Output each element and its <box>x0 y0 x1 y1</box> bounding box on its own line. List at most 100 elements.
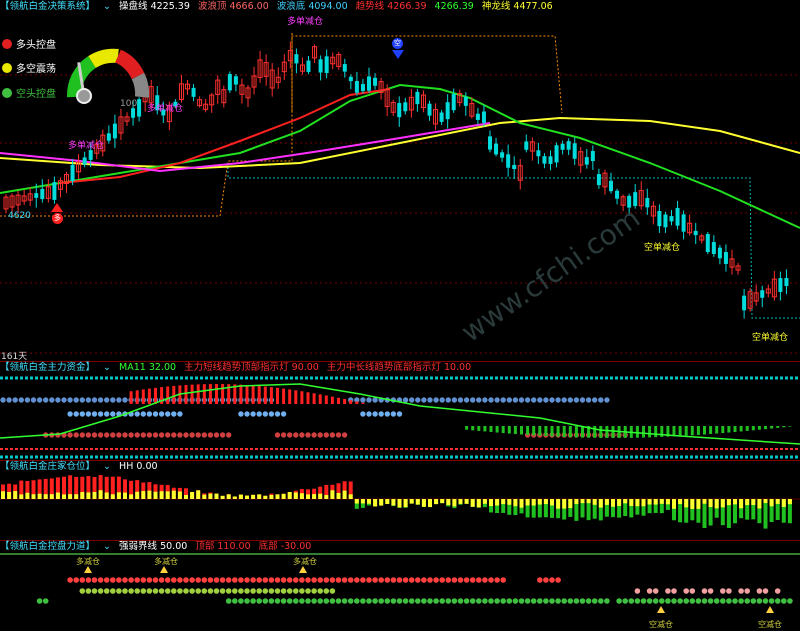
panel2-chevron-icon[interactable]: ⌄ <box>103 461 111 472</box>
value-dragon-line: 神龙线 4477.06 <box>482 1 553 12</box>
candle-body <box>494 143 499 155</box>
force-dot <box>317 598 324 604</box>
panel1-item: MA11 32.00 <box>119 362 176 373</box>
capital-bar <box>276 387 279 404</box>
capital-dot <box>457 397 464 403</box>
force-dot <box>341 577 348 583</box>
candle-body <box>70 164 75 182</box>
candle-body <box>609 180 613 192</box>
force-dot <box>238 598 244 604</box>
candle-body <box>566 141 571 150</box>
panel3-chevron-icon[interactable]: ⌄ <box>103 541 111 552</box>
capital-dot <box>104 397 110 403</box>
sell-signal-arrow-icon[interactable] <box>392 50 404 59</box>
position-bar-yellow <box>507 499 512 505</box>
capital-dot <box>317 432 323 438</box>
capital-dot <box>165 432 171 438</box>
position-bar-yellow <box>525 499 530 506</box>
force-dot <box>305 598 311 604</box>
capital-dot <box>140 432 146 438</box>
capital-dot <box>213 432 220 438</box>
force-dot <box>244 577 250 583</box>
gauge-max-label: 100 <box>120 99 137 109</box>
capital-dot <box>97 397 104 403</box>
gauge-yellow-arc <box>88 48 119 69</box>
force-dot <box>158 588 165 594</box>
force-dot <box>238 588 244 594</box>
position-bar-yellow <box>55 492 60 499</box>
force-dot <box>512 598 519 604</box>
capital-bar-green <box>471 426 475 431</box>
candle-body <box>463 96 468 106</box>
force-dot <box>756 598 763 604</box>
capital-dot <box>12 397 18 403</box>
capital-dot <box>274 411 281 417</box>
panel2-title[interactable]: 【领航白金庄家仓位】 <box>0 461 95 472</box>
capital-dot <box>219 432 226 438</box>
force-dot <box>128 588 134 594</box>
panel1-chevron-icon[interactable]: ⌄ <box>103 362 111 373</box>
capital-dot <box>531 397 537 403</box>
position-bar-yellow <box>153 491 158 499</box>
force-dot <box>732 598 738 604</box>
force-dot <box>177 577 183 583</box>
force-dot <box>171 588 177 594</box>
position-bar-yellow <box>757 499 762 509</box>
capital-bar-green <box>507 426 511 434</box>
main-capital-panel[interactable] <box>0 374 800 460</box>
position-bar-yellow <box>647 499 652 505</box>
candle-body <box>669 216 674 222</box>
force-dot <box>73 577 79 583</box>
buy-signal-arrow-icon[interactable] <box>51 203 63 212</box>
force-dot <box>354 577 360 583</box>
capital-bar-green <box>550 426 554 437</box>
panel3-title[interactable]: 【领航白金控盘力道】 <box>0 541 95 552</box>
force-dot <box>537 598 543 604</box>
panel1-title[interactable]: 【领航白金主力资金】 <box>0 362 95 373</box>
warning-icon <box>160 566 168 573</box>
force-dot <box>164 577 171 583</box>
capital-dot <box>171 432 177 438</box>
force-dot <box>372 598 378 604</box>
panel1-header: 【领航白金主力资金】 ⌄ MA11 32.00 主力短线趋势顶部指示灯 90.0… <box>0 362 476 374</box>
force-dot <box>122 577 128 583</box>
force-dot <box>555 598 561 604</box>
position-bar-yellow <box>428 499 432 508</box>
position-bar-yellow <box>733 499 737 505</box>
force-dot <box>439 577 446 583</box>
force-dot <box>286 588 293 594</box>
force-dot <box>293 588 299 594</box>
position-bar-yellow <box>281 493 286 499</box>
position-bar-yellow <box>556 499 561 509</box>
capital-dot <box>158 432 165 438</box>
candle-body <box>506 154 511 168</box>
position-bar-yellow <box>763 499 768 504</box>
position-bar-yellow <box>312 494 317 499</box>
buy-signal-marker[interactable]: 多 <box>52 213 63 224</box>
capital-bar-green <box>696 426 700 435</box>
force-dot <box>720 588 726 594</box>
force-dot <box>738 598 744 604</box>
force-dot <box>97 577 104 583</box>
position-bar-yellow <box>501 499 506 505</box>
capital-dot <box>256 411 262 417</box>
position-bar-yellow <box>184 494 188 499</box>
capital-dot <box>543 397 549 403</box>
capital-bar-green <box>733 426 737 432</box>
capital-bar <box>318 394 322 404</box>
value-label: 波浪顶 <box>197 1 227 12</box>
force-dot <box>518 598 525 604</box>
capital-bar-green <box>605 426 609 438</box>
capital-bar-green <box>690 426 694 436</box>
position-bar-yellow <box>684 499 689 508</box>
value-label: 操盘线 <box>119 1 148 12</box>
item-label: MA11 <box>119 362 146 373</box>
control-force-panel[interactable] <box>0 553 800 630</box>
collapse-chevron-icon[interactable]: ⌄ <box>103 1 111 12</box>
force-dot <box>305 577 311 583</box>
candle-body <box>693 230 698 236</box>
sell-signal-marker[interactable]: 空 <box>392 38 403 49</box>
position-bar-yellow <box>257 494 262 499</box>
value-number: 4666.00 <box>229 1 269 12</box>
main-title[interactable]: 【领航白金决策系统】 <box>0 1 95 12</box>
